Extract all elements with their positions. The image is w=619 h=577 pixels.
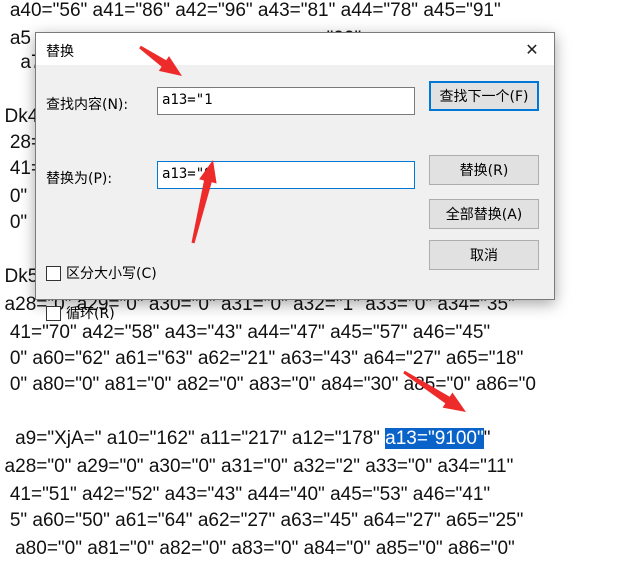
replace-input[interactable]: a13="9 xyxy=(157,161,415,189)
cancel-button[interactable]: 取消 xyxy=(429,240,539,270)
editor-line-text: 0" a80="0" a81="0" a82="0" a83="0" a84="… xyxy=(0,374,536,395)
editor-line-text: 41="51" a42="52" a43="43" a44="40" a45="… xyxy=(0,484,491,505)
editor-line-text: a40="56" a41="86" a42="96" a43="81" a44=… xyxy=(0,0,501,21)
editor-line: 5" a60="50" a61="64" a62="27" a63="45" a… xyxy=(0,510,524,532)
wrap-checkbox[interactable] xyxy=(46,305,61,321)
match-case-label: 区分大小写(C) xyxy=(66,266,157,282)
wrap-option[interactable]: 循环(R) xyxy=(46,303,115,323)
replace-label: 替换为(P): xyxy=(46,171,113,187)
match-case-checkbox[interactable] xyxy=(46,265,61,281)
find-next-button[interactable]: 查找下一个(F) xyxy=(429,81,539,111)
editor-line-tail: " xyxy=(483,428,491,449)
find-input-value: a13="1 xyxy=(162,92,213,108)
find-label: 查找内容(N): xyxy=(46,97,129,113)
replace-dialog: 替换 ✕ 查找内容(N): a13="1 替换为(P): a13="9 查找下一… xyxy=(35,32,555,322)
selected-match: a13="9100" xyxy=(385,428,484,449)
editor-line: 0" a60="62" a61="63" a62="21" a63="43" a… xyxy=(0,348,524,370)
editor-line-text: 0" a60="62" a61="63" a62="21" a63="43" a… xyxy=(0,348,524,369)
editor-line: a9="XjA=" a10="162" a11="217" a12="178" … xyxy=(0,428,490,450)
wrap-label: 循环(R) xyxy=(66,306,115,322)
replace-button[interactable]: 替换(R) xyxy=(429,155,539,185)
dialog-title: 替换 xyxy=(46,44,74,60)
editor-line: a28="0" a29="0" a30="0" a31="0" a32="2" … xyxy=(0,456,514,478)
editor-line: a40="56" a41="86" a42="96" a43="81" a44=… xyxy=(0,0,501,22)
editor-line-text: 5" a60="50" a61="64" a62="27" a63="45" a… xyxy=(0,510,524,531)
text-caret xyxy=(212,166,214,182)
editor-line-text: a80="0" a81="0" a82="0" a83="0" a84="0" … xyxy=(0,538,515,559)
editor-line: 41="70" a42="58" a43="43" a44="47" a45="… xyxy=(0,322,490,344)
editor-line: 41="51" a42="52" a43="43" a44="40" a45="… xyxy=(0,484,490,506)
editor-line-text: a28="0" a29="0" a30="0" a31="0" a32="2" … xyxy=(0,456,514,477)
dialog-titlebar: 替换 ✕ xyxy=(36,33,554,65)
dialog-body: 查找内容(N): a13="1 替换为(P): a13="9 查找下一个(F) … xyxy=(36,65,554,322)
editor-line-text: a9="XjA=" a10="162" a11="217" a12="178" xyxy=(0,428,386,449)
replace-all-button[interactable]: 全部替换(A) xyxy=(429,199,539,229)
find-input[interactable]: a13="1 xyxy=(157,87,415,115)
close-icon[interactable]: ✕ xyxy=(520,37,544,61)
editor-line: 0" a80="0" a81="0" a82="0" a83="0" a84="… xyxy=(0,374,536,396)
replace-input-value: a13="9 xyxy=(162,166,213,182)
editor-line: a80="0" a81="0" a82="0" a83="0" a84="0" … xyxy=(0,538,515,560)
match-case-option[interactable]: 区分大小写(C) xyxy=(46,263,157,283)
editor-line-text: 41="70" a42="58" a43="43" a44="47" a45="… xyxy=(0,322,491,343)
